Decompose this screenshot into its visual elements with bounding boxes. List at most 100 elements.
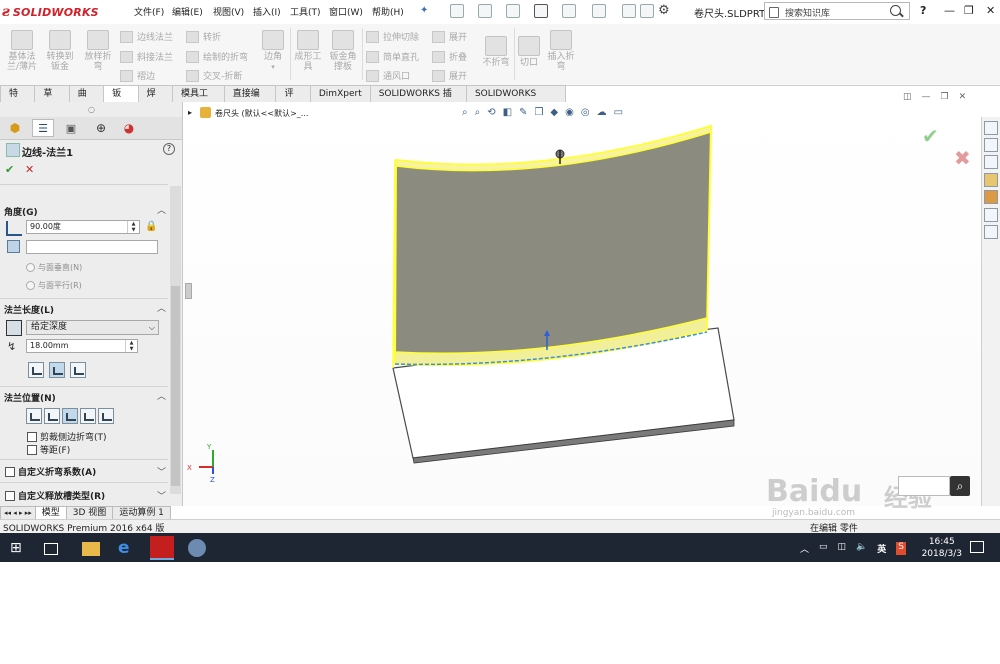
panel-scrollbar[interactable] bbox=[170, 186, 181, 494]
battery-icon[interactable]: ▭ bbox=[819, 542, 828, 555]
expand-chevron-icon[interactable]: ﹀ bbox=[157, 489, 166, 502]
angle-input[interactable]: 90.00度 ▲ ▼ bbox=[26, 220, 140, 234]
viewport-search-icon[interactable]: ⌕ bbox=[950, 476, 970, 496]
help-icon[interactable]: ? bbox=[163, 143, 175, 155]
tab-features[interactable]: 特征 bbox=[0, 85, 36, 115]
inner-virtual-sharp-button[interactable] bbox=[49, 362, 65, 378]
sheetmetal-gusset-button[interactable]: 钣金角 撑板 bbox=[326, 30, 360, 72]
notification-center-icon[interactable] bbox=[970, 541, 984, 553]
print-icon[interactable] bbox=[534, 4, 548, 18]
tab-model[interactable]: 模型 bbox=[35, 506, 67, 520]
sheet-metal-model[interactable]: Y X Z bbox=[183, 102, 981, 506]
panel-collapse-handle[interactable]: ○ bbox=[88, 105, 95, 114]
file-properties-icon[interactable] bbox=[640, 4, 654, 18]
virtual-sharp-button[interactable] bbox=[80, 408, 96, 424]
help-button[interactable]: ? bbox=[920, 4, 926, 17]
taskbar-clock[interactable]: 16:45 2018/3/3 bbox=[922, 536, 962, 560]
bend-outside-button[interactable] bbox=[62, 408, 78, 424]
options-gear-icon[interactable]: ⚙ bbox=[658, 3, 670, 18]
tab-surfaces[interactable]: 曲面 bbox=[69, 85, 105, 115]
collapse-chevron-icon[interactable]: ︿ bbox=[157, 389, 166, 402]
sogou-input-icon[interactable]: S bbox=[896, 542, 906, 555]
ok-button[interactable]: ✔ bbox=[5, 163, 14, 176]
solidworks-logo[interactable]: ƨ SOLIDWORKS bbox=[2, 3, 122, 21]
tray-expand-icon[interactable]: ︿ bbox=[800, 542, 809, 555]
rip-button[interactable]: 切口 bbox=[516, 36, 542, 68]
tab-mold-tools[interactable]: 模具工具 bbox=[172, 85, 225, 115]
custom-relief-type-checkbox[interactable]: 自定义释放槽类型(R) bbox=[5, 489, 105, 502]
extruded-cut-button[interactable]: 拉伸切除 bbox=[366, 30, 419, 43]
fold-button[interactable]: 折叠 bbox=[432, 50, 467, 63]
view-palette-icon[interactable] bbox=[984, 173, 998, 187]
radio-perpendicular-to-face[interactable]: 与面垂直(N) bbox=[26, 262, 82, 273]
pin-icon[interactable]: ✦ bbox=[420, 5, 428, 16]
dimxpert-manager-tab[interactable]: ⊕ bbox=[90, 119, 112, 137]
reference-face-selector[interactable] bbox=[26, 240, 158, 254]
viewport-maximize-icon[interactable]: ❐ bbox=[941, 92, 949, 102]
scrollbar-thumb[interactable] bbox=[171, 286, 180, 486]
angle-spinner[interactable]: ▲ ▼ bbox=[127, 221, 139, 233]
angle-section-header[interactable]: 角度(G) bbox=[4, 205, 38, 218]
solidworks-resources-icon[interactable] bbox=[984, 121, 998, 135]
dropdown-arrow-icon[interactable]: ▾ bbox=[258, 62, 288, 72]
viewport-search-box[interactable] bbox=[898, 476, 950, 496]
trim-side-bends-checkbox[interactable]: 剪裁侧边折弯(T) bbox=[27, 430, 107, 443]
search-scope-icon[interactable] bbox=[769, 7, 779, 18]
menu-insert[interactable]: 插入(I) bbox=[253, 5, 281, 18]
collapse-chevron-icon[interactable]: ︿ bbox=[157, 203, 166, 216]
material-outside-button[interactable] bbox=[44, 408, 60, 424]
offset-checkbox[interactable]: 等距(F) bbox=[27, 443, 70, 456]
collapse-chevron-icon[interactable]: ︿ bbox=[157, 301, 166, 314]
new-document-icon[interactable] bbox=[450, 4, 464, 18]
length-spinner[interactable]: ▲ ▼ bbox=[125, 340, 137, 352]
file-explorer-icon[interactable] bbox=[984, 155, 998, 169]
tab-evaluate[interactable]: 评估 bbox=[276, 85, 311, 115]
restore-button[interactable]: ❐ bbox=[964, 4, 974, 17]
miter-flange-button[interactable]: 斜接法兰 bbox=[120, 50, 173, 63]
menu-file[interactable]: 文件(F) bbox=[134, 5, 164, 18]
lock-icon[interactable]: 🔒 bbox=[145, 221, 157, 233]
simple-hole-button[interactable]: 简单直孔 bbox=[366, 50, 419, 63]
forum-icon[interactable] bbox=[984, 225, 998, 239]
ime-indicator[interactable]: 英 bbox=[877, 542, 886, 555]
search-knowledge-base[interactable]: 搜索知识库 bbox=[764, 2, 910, 20]
direction-reverse-icon[interactable] bbox=[6, 320, 22, 336]
menu-view[interactable]: 视图(V) bbox=[213, 5, 244, 18]
task-view-icon[interactable] bbox=[44, 543, 58, 555]
windows-start-icon[interactable]: ⊞ bbox=[10, 539, 28, 557]
property-manager-tab[interactable]: ☰ bbox=[32, 119, 54, 137]
flatten-button[interactable]: 展开 bbox=[432, 69, 467, 82]
tab-scroll-arrows[interactable]: ◂◂ ◂ ▸ ▸▸ bbox=[0, 506, 36, 520]
flange-position-section-header[interactable]: 法兰位置(N) bbox=[4, 391, 56, 404]
viewport-minimize-icon[interactable]: — bbox=[922, 92, 931, 102]
tab-weldments[interactable]: 焊件 bbox=[138, 85, 173, 115]
volume-icon[interactable]: 🔈 bbox=[856, 542, 867, 555]
tab-3d-views[interactable]: 3D 视图 bbox=[66, 506, 114, 520]
rebuild-icon[interactable] bbox=[622, 4, 636, 18]
tab-direct-editing[interactable]: 直接编辑 bbox=[224, 85, 277, 115]
material-inside-button[interactable] bbox=[26, 408, 42, 424]
jog-button[interactable]: 转折 bbox=[186, 30, 221, 43]
solidworks-taskbar-icon[interactable] bbox=[150, 536, 174, 560]
sketched-bend-button[interactable]: 绘制的折弯 bbox=[186, 50, 248, 63]
design-library-icon[interactable] bbox=[984, 138, 998, 152]
tab-sheet-metal[interactable]: 钣金 bbox=[104, 85, 139, 115]
forming-tool-button[interactable]: 成形工 具 bbox=[292, 30, 324, 72]
tab-dimxpert[interactable]: DimXpert bbox=[310, 85, 371, 103]
app-taskbar-icon[interactable] bbox=[188, 539, 206, 557]
insert-bends-button[interactable]: 插入折 弯 bbox=[544, 30, 578, 72]
lofted-bend-button[interactable]: 放样折 弯 bbox=[80, 30, 116, 72]
no-bends-button[interactable]: 不折弯 bbox=[478, 36, 514, 68]
expand-chevron-icon[interactable]: ﹀ bbox=[157, 465, 166, 478]
cancel-button[interactable]: ✕ bbox=[25, 163, 34, 176]
flange-length-section-header[interactable]: 法兰长度(L) bbox=[4, 303, 54, 316]
undo-icon[interactable] bbox=[562, 4, 576, 18]
tab-solidworks-mbd[interactable]: SOLIDWORKS MBD bbox=[466, 85, 566, 115]
edge-browser-icon[interactable]: e bbox=[118, 539, 136, 557]
cross-break-button[interactable]: 交叉-折断 bbox=[186, 69, 242, 82]
menu-window[interactable]: 窗口(W) bbox=[329, 5, 363, 18]
appearances-icon[interactable] bbox=[984, 190, 998, 204]
configuration-manager-tab[interactable]: ▣ bbox=[60, 119, 82, 137]
menu-help[interactable]: 帮助(H) bbox=[372, 5, 404, 18]
select-icon[interactable] bbox=[592, 4, 606, 18]
